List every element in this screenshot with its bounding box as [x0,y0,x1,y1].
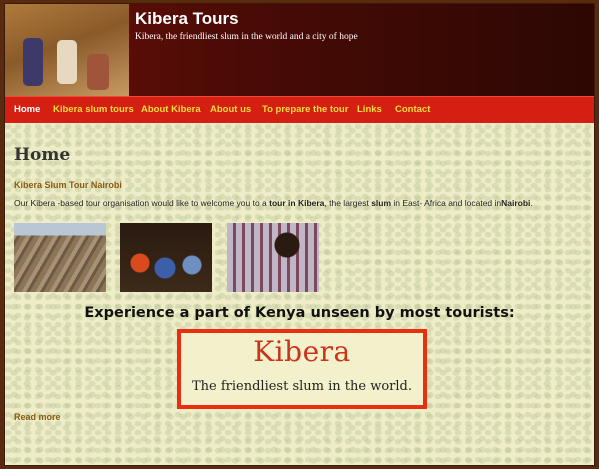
child-figure [87,54,109,90]
site-tagline: Kibera, the friendliest slum in the worl… [135,32,358,42]
intro-text: . [530,198,533,208]
read-more-link[interactable]: Read more [14,412,61,422]
nav-item-kibera-slum-tours[interactable]: Kibera slum tours [53,97,134,124]
main-nav: Home Kibera slum tours About Kibera Abou… [5,96,594,124]
headline: Experience a part of Kenya unseen by mos… [84,305,515,321]
nav-item-about-kibera[interactable]: About Kibera [141,97,201,124]
nav-item-contact[interactable]: Contact [395,97,430,124]
header-photo-children [5,4,129,96]
site-title[interactable]: Kibera Tours [135,9,239,29]
intro-text: , the largest [324,198,372,208]
page-title: Home [14,145,71,165]
photo-thumbnail-slum-rooftops[interactable] [14,223,106,292]
intro-bold-link[interactable]: Nairobi [501,198,530,208]
nav-item-home[interactable]: Home [14,97,40,124]
photo-thumbnail-children[interactable] [120,223,212,292]
kibera-banner: Kibera The friendliest slum in the world… [177,329,427,409]
child-figure [23,38,43,86]
intro-bold-link[interactable]: slum [371,198,391,208]
child-figure [57,40,77,84]
main-content: Home Kibera Slum Tour Nairobi Our Kibera… [5,123,594,465]
banner-title: Kibera [253,335,351,368]
page-frame: Kibera Tours Kibera, the friendliest slu… [4,3,595,466]
intro-text: in East- Africa and located in [391,198,502,208]
photo-thumbnail-interior[interactable] [227,223,319,292]
section-subtitle: Kibera Slum Tour Nairobi [14,180,122,190]
nav-item-about-us[interactable]: About us [210,97,251,124]
nav-item-to-prepare-the-tour[interactable]: To prepare the tour [262,97,348,124]
intro-bold-link[interactable]: tour in Kibera [269,198,324,208]
intro-paragraph: Our Kibera -based tour organisation woul… [14,198,584,208]
nav-item-links[interactable]: Links [357,97,382,124]
intro-text: Our Kibera -based tour organisation woul… [14,198,270,208]
banner-subtitle: The friendliest slum in the world. [191,379,412,394]
site-header: Kibera Tours Kibera, the friendliest slu… [5,4,594,96]
